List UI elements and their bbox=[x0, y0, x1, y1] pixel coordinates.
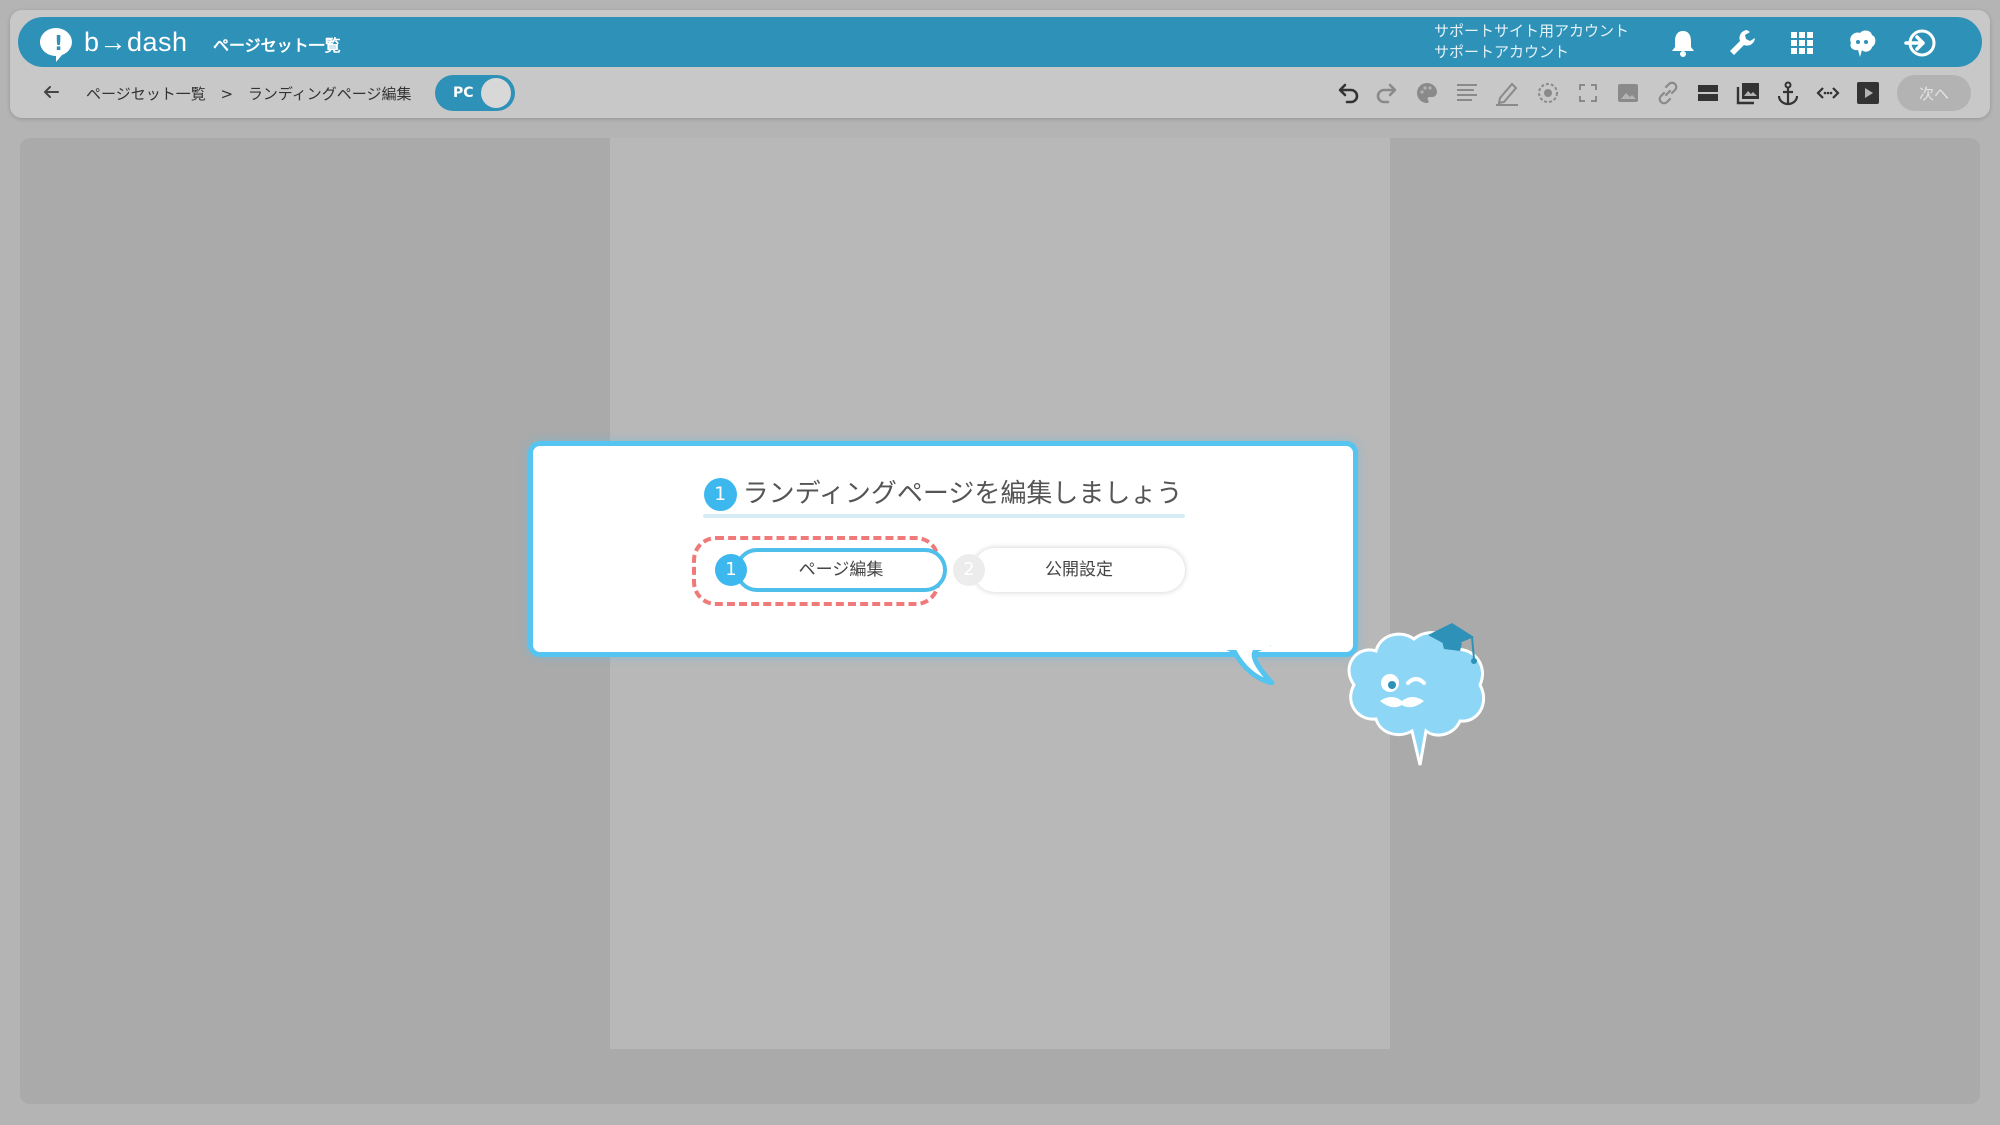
tutorial-step-number-badge: 1 bbox=[703, 478, 737, 511]
bubble-tail bbox=[1220, 645, 1275, 685]
step-number-badge: 1 bbox=[715, 554, 747, 586]
tutorial-title: 1 ランディングページを編集しましょう bbox=[533, 473, 1353, 511]
video-icon[interactable] bbox=[1853, 78, 1883, 108]
device-toggle-knob bbox=[481, 78, 511, 108]
breadcrumb-separator: > bbox=[220, 85, 234, 103]
fullscreen-icon[interactable] bbox=[1573, 78, 1603, 108]
redo-icon[interactable] bbox=[1372, 78, 1402, 108]
image-icon[interactable] bbox=[1613, 78, 1643, 108]
tutorial-title-text: ランディングページを編集しましょう bbox=[742, 479, 1183, 509]
wrench-icon[interactable] bbox=[1725, 26, 1759, 60]
step-publish-settings[interactable]: 公開設定 2 bbox=[953, 548, 1193, 598]
target-icon[interactable] bbox=[1533, 78, 1563, 108]
device-toggle-label: PC bbox=[453, 85, 474, 101]
account-info[interactable]: サポートサイト用アカウント サポートアカウント bbox=[1434, 21, 1629, 63]
topbar-title[interactable]: ページセット一覧 bbox=[213, 32, 341, 56]
title-underline bbox=[703, 514, 1185, 518]
tutorial-bubble: 1 ランディングページを編集しましょう ページ編集 1 公開設定 2 bbox=[528, 441, 1358, 657]
palette-icon[interactable] bbox=[1412, 78, 1442, 108]
breadcrumb-item-pageset-list[interactable]: ページセット一覧 bbox=[86, 85, 206, 103]
pen-icon[interactable] bbox=[1492, 78, 1522, 108]
back-arrow-icon[interactable] bbox=[38, 79, 64, 105]
section-icon[interactable] bbox=[1693, 78, 1723, 108]
publish-settings-button[interactable]: 公開設定 bbox=[973, 548, 1185, 592]
code-icon[interactable] bbox=[1813, 78, 1843, 108]
device-toggle[interactable]: PC bbox=[435, 75, 515, 111]
page-edit-button[interactable]: ページ編集 bbox=[735, 548, 947, 592]
logout-icon[interactable] bbox=[1903, 26, 1937, 60]
bell-icon[interactable] bbox=[1666, 26, 1700, 60]
breadcrumb: ページセット一覧 > ランディングページ編集 bbox=[86, 83, 422, 104]
step-page-edit[interactable]: ページ編集 1 bbox=[715, 548, 955, 598]
text-align-icon[interactable] bbox=[1452, 78, 1482, 108]
next-button[interactable]: 次へ bbox=[1897, 75, 1971, 111]
mascot-icon[interactable] bbox=[1845, 26, 1879, 60]
link-icon[interactable] bbox=[1653, 78, 1683, 108]
account-sub: サポートアカウント bbox=[1434, 43, 1570, 61]
mascot-character-icon bbox=[1347, 623, 1486, 766]
anchor-icon[interactable] bbox=[1773, 78, 1803, 108]
logo-text: b→dash bbox=[84, 27, 188, 57]
breadcrumb-item-current: ランディングページ編集 bbox=[247, 85, 412, 103]
undo-icon[interactable] bbox=[1333, 78, 1363, 108]
gallery-icon[interactable] bbox=[1733, 78, 1763, 108]
step-number-badge: 2 bbox=[953, 554, 985, 586]
apps-grid-icon[interactable] bbox=[1785, 26, 1819, 60]
account-name: サポートサイト用アカウント bbox=[1434, 22, 1630, 40]
svg-text:!: ! bbox=[54, 31, 63, 55]
